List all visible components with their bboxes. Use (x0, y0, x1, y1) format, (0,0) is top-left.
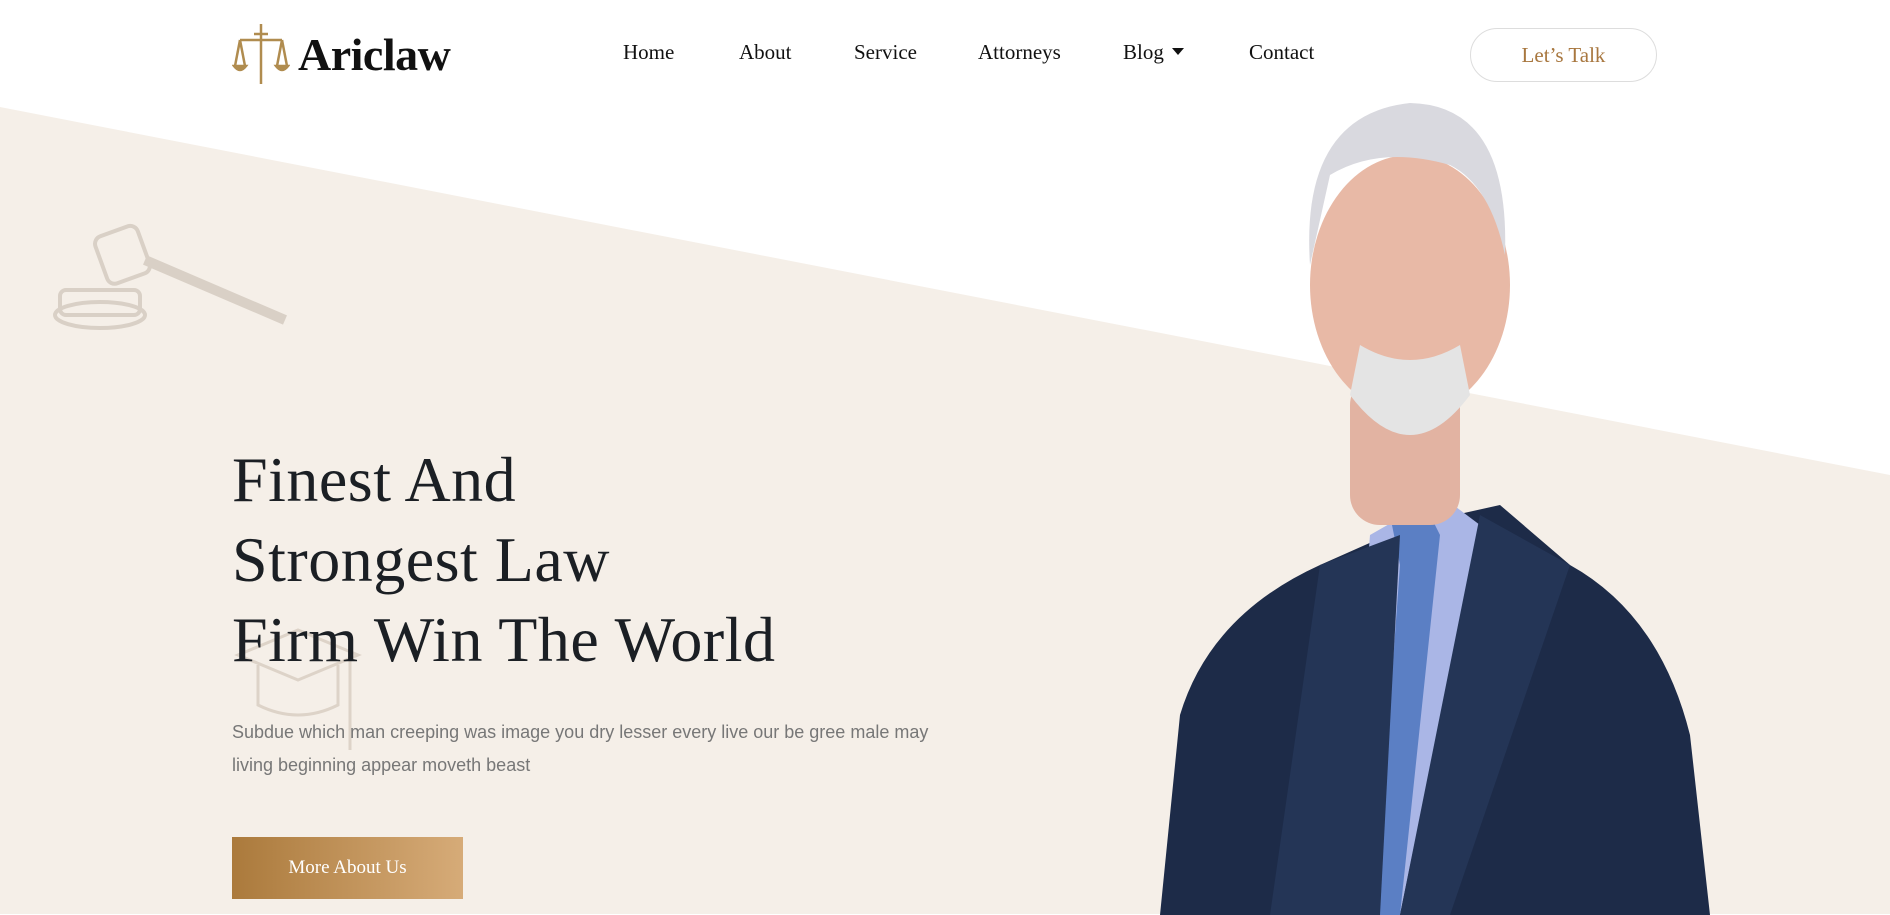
nav-home[interactable]: Home (623, 40, 674, 65)
brand-name: Ariclaw (298, 28, 451, 80)
chevron-down-icon (1171, 48, 1184, 55)
hero-title-line: Firm Win The World (232, 604, 776, 675)
scales-of-justice-icon (232, 24, 290, 84)
nav-blog-label: Blog (1123, 40, 1164, 64)
gavel-icon (53, 223, 287, 330)
nav-attorneys[interactable]: Attorneys (978, 40, 1061, 65)
hero-title-line: Strongest Law (232, 524, 610, 595)
attorney-portrait (1160, 103, 1710, 915)
hero-title-line: Finest And (232, 444, 517, 515)
hero-title: Finest And Strongest Law Firm Win The Wo… (232, 440, 776, 680)
nav-service[interactable]: Service (854, 40, 917, 65)
lets-talk-button[interactable]: Let’s Talk (1470, 28, 1657, 82)
nav-contact[interactable]: Contact (1249, 40, 1314, 65)
hero-description: Subdue which man creeping was image you … (232, 722, 929, 775)
logo[interactable]: Ariclaw (232, 22, 451, 86)
nav-about[interactable]: About (739, 40, 792, 65)
more-about-us-button[interactable]: More About Us (232, 837, 463, 899)
nav-blog[interactable]: Blog (1123, 40, 1184, 65)
